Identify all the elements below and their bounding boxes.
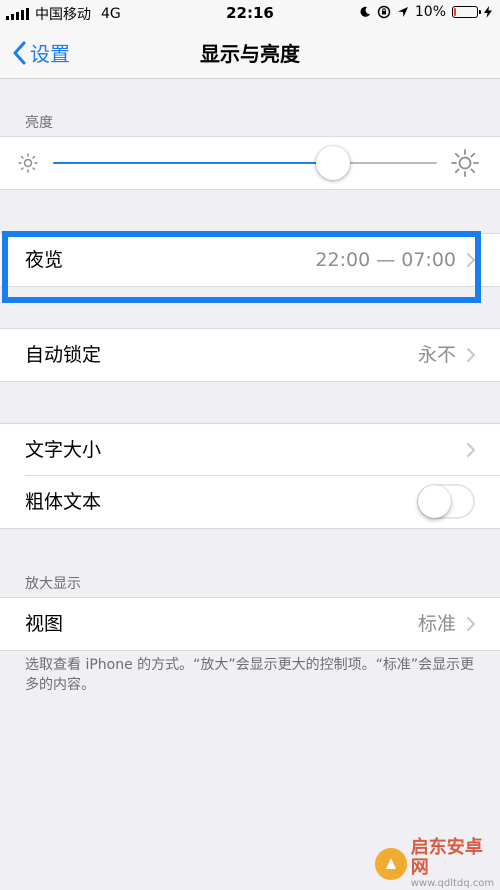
charging-icon <box>484 6 492 18</box>
zoom-description: 选取查看 iPhone 的方式。“放大”会显示更大的控制项。“标准”会显示更多的… <box>25 657 475 693</box>
auto-lock-value: 永不 <box>417 344 456 366</box>
chevron-right-icon <box>467 617 475 631</box>
battery-percent: 10% <box>414 4 446 20</box>
watermark-title: 启东安卓网 <box>410 837 483 878</box>
bold-text-label: 粗体文本 <box>25 491 102 513</box>
brightness-slider-thumb[interactable] <box>316 146 351 180</box>
sun-large-icon <box>451 149 479 177</box>
brightness-group <box>0 136 500 190</box>
view-label: 视图 <box>25 613 64 635</box>
highlight-box <box>2 231 481 303</box>
watermark-url: www.qdltdq.com <box>410 878 495 889</box>
brightness-header: 亮度 <box>25 115 53 131</box>
view-row[interactable]: 视图 标准 <box>0 598 500 650</box>
bold-text-row: 粗体文本 <box>0 476 500 528</box>
status-right: 10% <box>359 4 492 20</box>
brightness-slider[interactable] <box>53 162 437 164</box>
battery-icon <box>452 6 481 18</box>
sun-small-icon <box>18 153 38 173</box>
bold-text-toggle[interactable] <box>417 484 475 519</box>
auto-lock-group: 自动锁定 永不 <box>0 328 500 382</box>
zoom-group: 视图 标准 <box>0 597 500 651</box>
auto-lock-row[interactable]: 自动锁定 永不 <box>0 329 500 381</box>
watermark: 启东安卓网 www.qdltdq.com <box>375 838 500 890</box>
nav-bar: 设置 显示与亮度 <box>0 26 500 79</box>
text-group: 文字大小 粗体文本 <box>0 423 500 529</box>
status-bar: 中国移动 4G 22:16 10% <box>0 0 500 26</box>
battery-fill <box>454 8 456 16</box>
text-size-label: 文字大小 <box>25 439 102 461</box>
page-title: 显示与亮度 <box>200 42 300 66</box>
chevron-right-icon <box>467 348 475 362</box>
location-icon <box>397 7 408 17</box>
brightness-slider-fill <box>53 162 334 164</box>
chevron-right-icon <box>467 443 475 457</box>
moon-icon <box>360 6 370 17</box>
text-size-row[interactable]: 文字大小 <box>0 424 500 476</box>
auto-lock-label: 自动锁定 <box>25 344 102 366</box>
watermark-logo-icon <box>375 848 407 880</box>
toggle-knob <box>418 485 451 518</box>
brightness-slider-row <box>0 137 500 189</box>
zoom-header: 放大显示 <box>25 576 81 592</box>
view-value: 标准 <box>417 613 456 635</box>
rotation-lock-icon <box>377 5 391 19</box>
